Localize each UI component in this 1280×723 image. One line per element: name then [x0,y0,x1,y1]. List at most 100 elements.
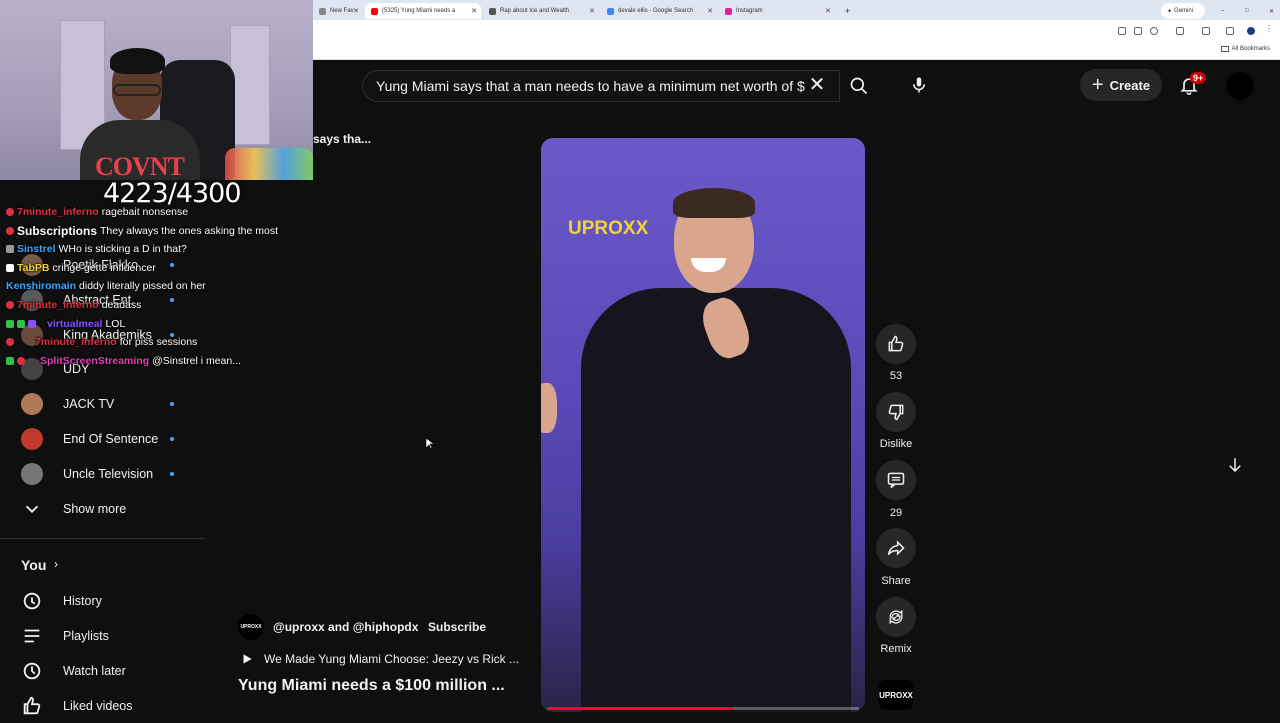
sound-source-thumbnail[interactable]: UPROXX [879,680,913,710]
chat-badge-icon [6,357,14,365]
maximize-button[interactable]: □ [1239,3,1253,19]
profile-icon[interactable] [1247,27,1255,35]
live-dot [170,262,174,267]
chat-message: 7minute_inferno ragebait nonsense [6,206,188,218]
bookmark-star-icon[interactable] [1150,27,1158,35]
youtube-favicon-icon [371,7,378,15]
video-subject-hand [541,383,557,433]
cast-icon[interactable] [1134,27,1142,35]
liked-videos-icon [23,696,41,714]
truncated-title-text: says tha... [313,132,372,146]
chat-badge-icon [6,227,14,235]
voice-search-button[interactable] [900,66,938,104]
search-button[interactable] [840,70,878,102]
webcam-overlay: COVNT [0,0,313,180]
sidebar-item-jack-tv[interactable]: JACK TV [0,386,205,421]
instagram-favicon-icon [725,7,732,15]
browser-tab[interactable]: New Fav ✕ [313,3,363,19]
comment-icon [887,472,905,489]
tab-close-icon[interactable]: ✕ [353,7,359,15]
tab-favicon-icon [319,7,326,15]
channel-name[interactable]: @uproxx and @hiphopdx [273,620,418,634]
create-button[interactable]: + Create [1080,69,1162,101]
subscribe-button[interactable]: Subscribe [418,614,496,640]
chat-badge-icon [6,208,14,216]
chat-badge-icon [17,320,25,328]
chat-message: Kenshiromain diddy literally pissed on h… [6,280,206,292]
chevron-down-icon [25,505,39,513]
live-dot [170,401,174,406]
all-bookmarks[interactable]: All Bookmarks [1220,46,1270,52]
show-more-button[interactable]: Show more [0,491,205,526]
like-button[interactable] [876,324,916,364]
uproxx-logo: UPROXX [568,218,649,239]
plus-icon: + [1091,74,1104,96]
sidebar-item-history[interactable]: History [0,583,205,618]
extension-icon[interactable] [1176,27,1184,35]
sidebar-item-watch-later[interactable]: Watch later [0,653,205,688]
video-progress-fill [547,707,735,710]
live-dot [170,471,174,476]
shorts-video-player[interactable]: UPROXX [541,138,865,712]
clear-search-icon[interactable]: ✕ [806,74,828,96]
comments-button[interactable] [876,460,916,500]
address-bar[interactable]: ⋮ [313,20,1280,42]
reading-icon[interactable] [1226,27,1234,35]
sidebar-item-uncle-television[interactable]: Uncle Television [0,456,205,491]
minimize-button[interactable]: – [1215,3,1229,19]
zoom-icon[interactable] [1118,27,1126,35]
account-avatar[interactable] [1226,72,1254,100]
browser-tab[interactable]: Instagram ✕ [719,3,835,19]
you-section-title[interactable]: You [21,557,46,573]
microphone-icon [913,77,925,93]
chat-message: virtualmeal LOL [6,318,125,330]
menu-icon[interactable]: ⋮ [1265,24,1273,33]
sidebar-item-liked-videos[interactable]: Liked videos [0,688,205,723]
channel-avatar[interactable]: UPROXX [238,614,264,640]
tab-close-icon[interactable]: ✕ [471,7,477,15]
tab-close-icon[interactable]: ✕ [589,7,595,15]
browser-tab[interactable]: Rap about Ice and Wealth ✕ [483,3,599,19]
chat-badge-icon [6,245,14,253]
folder-icon [1220,46,1229,52]
notification-count-badge: 9+ [1190,72,1207,84]
arrow-down-icon [1229,458,1241,473]
chat-message: Subscriptions They always the ones askin… [6,224,278,238]
share-button[interactable] [876,528,916,568]
live-dot [170,436,174,441]
mouse-cursor-icon [426,438,434,450]
search-input[interactable]: Yung Miami says that a man needs to have… [362,70,840,102]
browser-tab-bar: New Fav ✕ (5325) Yung Miami needs a ✕ Ra… [313,0,1280,20]
tab-close-icon[interactable]: ✕ [707,7,713,15]
tab-close-icon[interactable]: ✕ [825,7,831,15]
window-close-button[interactable]: ✕ [1263,3,1277,19]
sidebar-icon[interactable] [1202,27,1210,35]
new-tab-button[interactable]: + [839,3,855,19]
related-video-link[interactable]: We Made Yung Miami Choose: Jeezy vs Rick… [240,652,519,666]
video-subject-hair [673,188,755,218]
video-progress-bar[interactable] [547,707,859,710]
remix-button[interactable] [876,597,916,637]
browser-tab[interactable]: devale ellis - Google Search ✕ [601,3,717,19]
channel-avatar [21,392,43,415]
remix-icon [889,609,903,625]
chevron-right-icon[interactable]: › [54,557,58,571]
sidebar-item-playlists[interactable]: Playlists [0,618,205,653]
dislike-button[interactable] [876,392,916,432]
channel-avatar [21,427,43,450]
chat-message: SplitScreenStreaming @Sinstrel i mean... [6,355,241,367]
shirt-graphic: COVNT [95,152,185,180]
chat-badge-icon [17,357,25,365]
sidebar-item-end-of-sentence[interactable]: End Of Sentence [0,421,205,456]
comment-count: 29 [889,507,903,519]
remix-label: Remix [880,643,912,655]
live-dot [170,297,174,302]
next-short-button[interactable] [1222,452,1248,478]
history-icon [23,592,41,609]
playlists-icon [24,629,40,642]
gemini-button[interactable]: ✦ Gemini [1161,3,1205,19]
share-icon [887,540,905,556]
browser-tab-active[interactable]: (5325) Yung Miami needs a ✕ [365,3,481,19]
chat-badge-icon [28,320,36,328]
thumbs-up-icon [888,335,904,352]
